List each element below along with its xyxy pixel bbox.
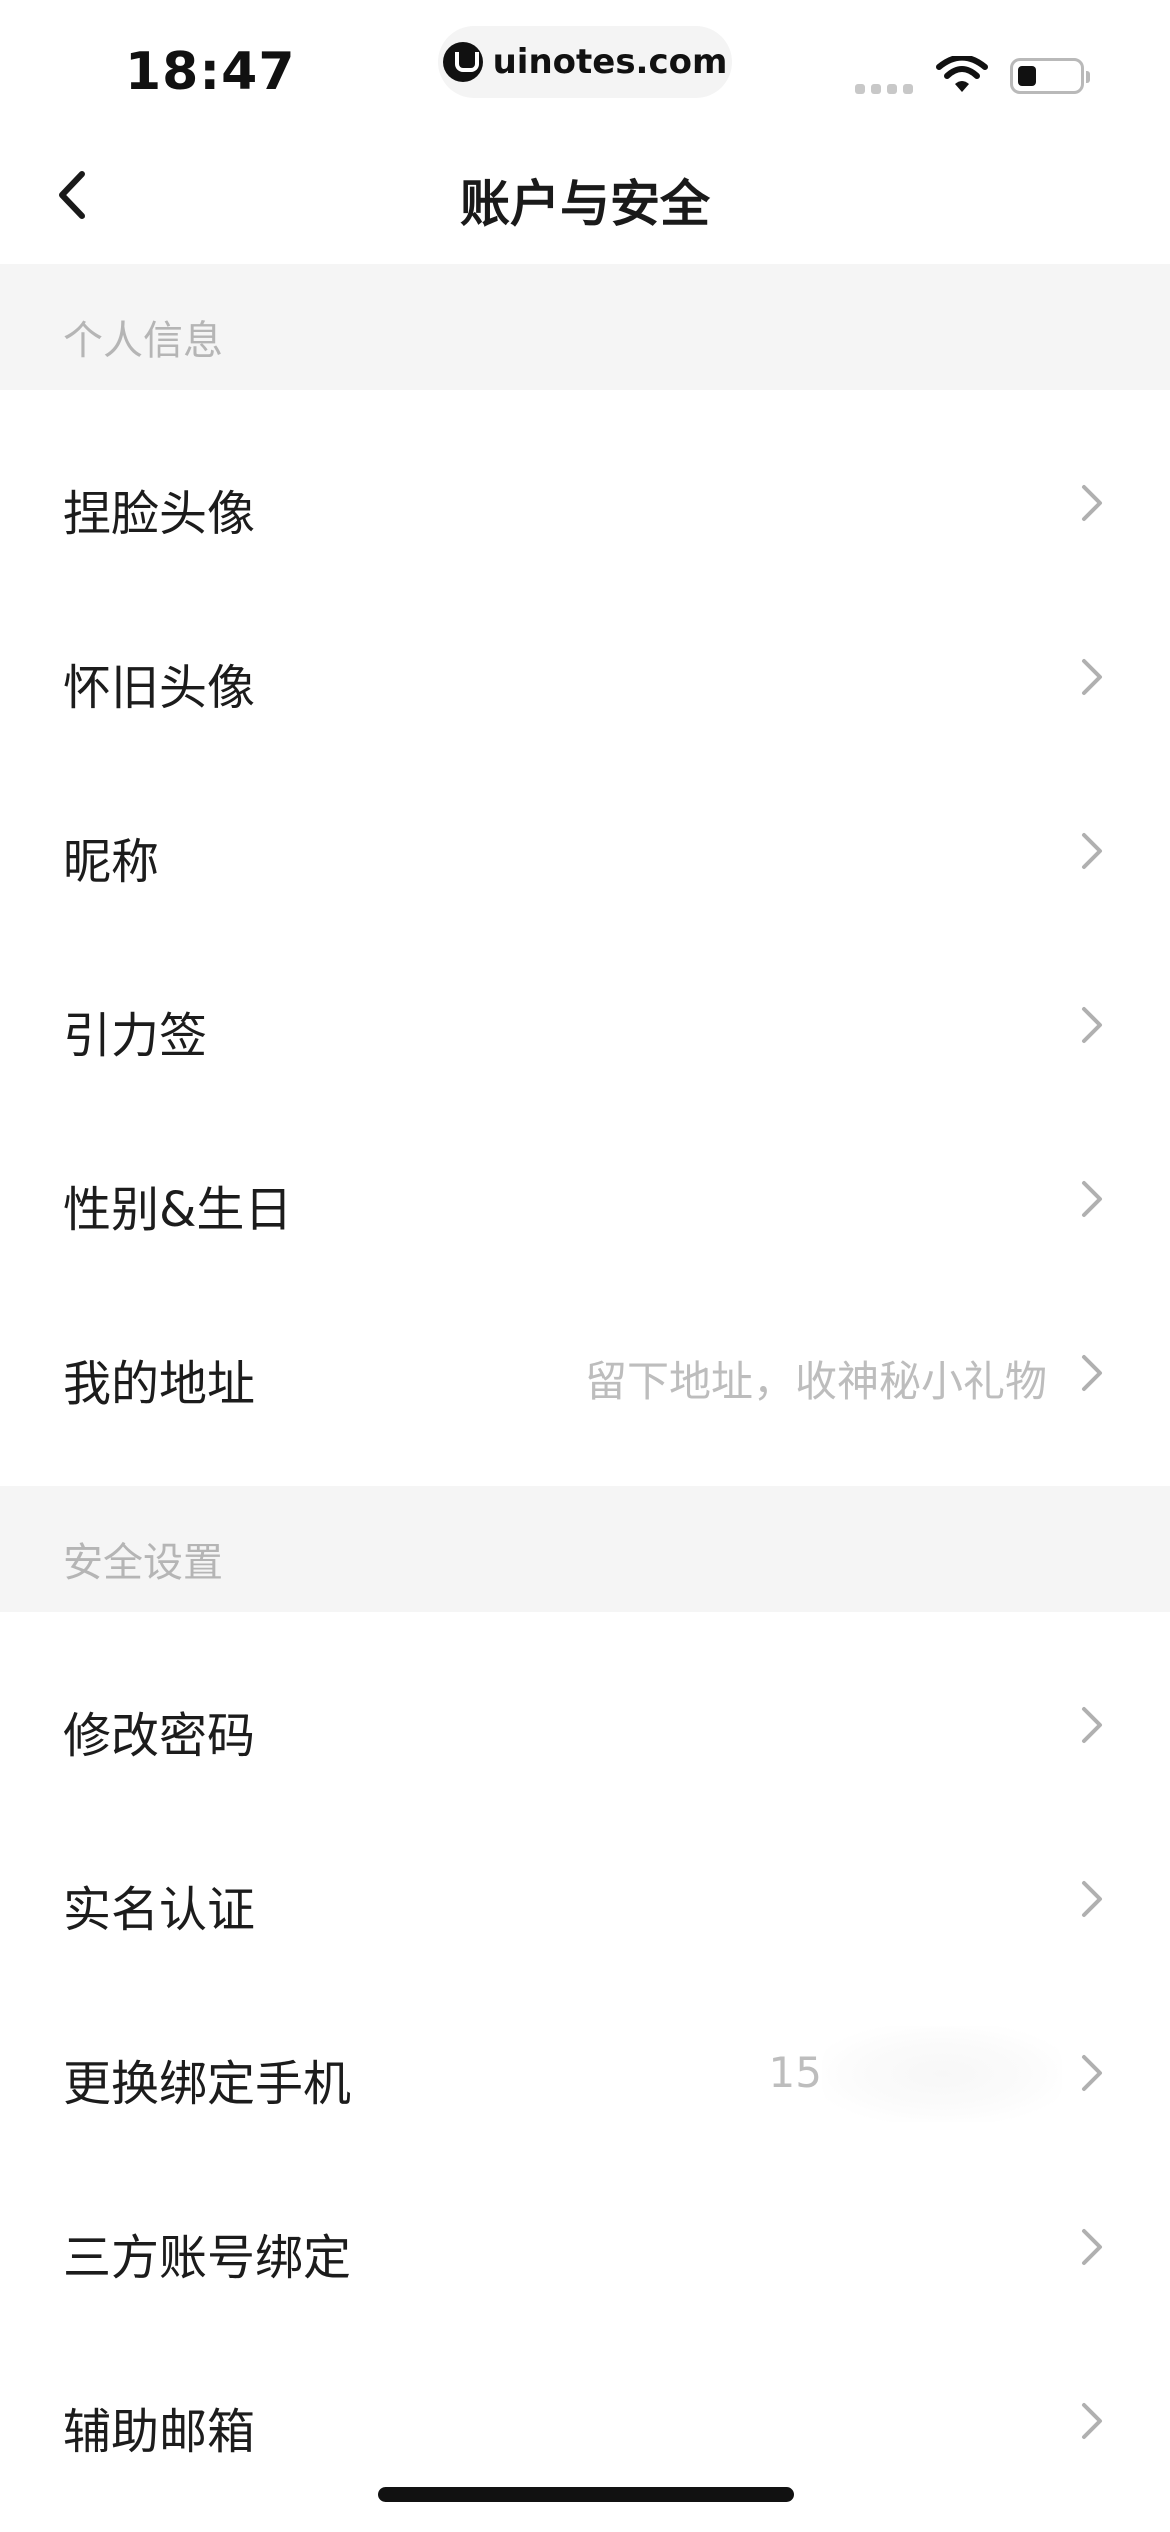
chevron-right-icon [1082, 1881, 1102, 1917]
status-bar: 18:47 uinotes.com [0, 0, 1170, 130]
section-title: 安全设置 [63, 1540, 223, 1586]
section-header-personal: 个人信息 [0, 264, 1170, 390]
row-signature[interactable]: 引力签 [0, 938, 1170, 1112]
home-indicator [378, 2487, 794, 2502]
row-value: 15 [768, 2048, 822, 2097]
status-time: 18:47 [125, 42, 296, 102]
chevron-right-icon [1082, 1355, 1102, 1391]
row-label: 怀旧头像 [63, 660, 256, 716]
chevron-right-icon [1082, 659, 1102, 695]
nav-bar: 账户与安全 [0, 130, 1170, 264]
row-change-phone[interactable]: 更换绑定手机 15 [0, 1986, 1170, 2160]
row-gender-birthday[interactable]: 性别&生日 [0, 1112, 1170, 1286]
section-header-security: 安全设置 [0, 1486, 1170, 1612]
chevron-right-icon [1082, 1007, 1102, 1043]
chevron-right-icon [1082, 2229, 1102, 2265]
row-label: 实名认证 [63, 1882, 256, 1938]
row-label: 捏脸头像 [63, 486, 256, 542]
battery-icon [1010, 58, 1090, 94]
chevron-right-icon [1082, 1181, 1102, 1217]
site-pill: uinotes.com [438, 26, 732, 98]
page-title: 账户与安全 [460, 175, 710, 233]
row-label: 三方账号绑定 [63, 2230, 352, 2286]
row-label: 昵称 [63, 834, 160, 890]
row-third-party-binding[interactable]: 三方账号绑定 [0, 2160, 1170, 2334]
site-logo-icon [442, 42, 483, 82]
chevron-right-icon [1082, 1707, 1102, 1743]
signal-icon [855, 84, 913, 94]
row-retro-avatar[interactable]: 怀旧头像 [0, 590, 1170, 764]
row-real-name-verification[interactable]: 实名认证 [0, 1812, 1170, 1986]
row-label: 性别&生日 [63, 1182, 293, 1238]
row-label: 更换绑定手机 [63, 2056, 352, 2112]
chevron-right-icon [1082, 2055, 1102, 2091]
row-label: 引力签 [63, 1008, 208, 1064]
row-backup-email[interactable]: 辅助邮箱 [0, 2334, 1170, 2508]
row-value: 留下地址，收神秘小礼物 [584, 1357, 1047, 1406]
chevron-right-icon [1082, 485, 1102, 521]
section-title: 个人信息 [63, 318, 223, 364]
chevron-right-icon [1082, 833, 1102, 869]
site-label: uinotes.com [492, 42, 728, 82]
row-nickname[interactable]: 昵称 [0, 764, 1170, 938]
row-label: 修改密码 [63, 1708, 256, 1764]
row-face-avatar[interactable]: 捏脸头像 [0, 416, 1170, 590]
wifi-icon [936, 56, 988, 92]
account-security-screen: 18:47 uinotes.com 账户与安全 个人信息 捏脸头像 怀旧头像 昵… [0, 0, 1170, 2532]
row-change-password[interactable]: 修改密码 [0, 1638, 1170, 1812]
redacted-phone-mask [822, 2026, 1062, 2122]
row-label: 我的地址 [63, 1356, 256, 1412]
row-my-address[interactable]: 我的地址 留下地址，收神秘小礼物 [0, 1286, 1170, 1460]
chevron-right-icon [1082, 2403, 1102, 2439]
row-label: 辅助邮箱 [63, 2404, 256, 2460]
